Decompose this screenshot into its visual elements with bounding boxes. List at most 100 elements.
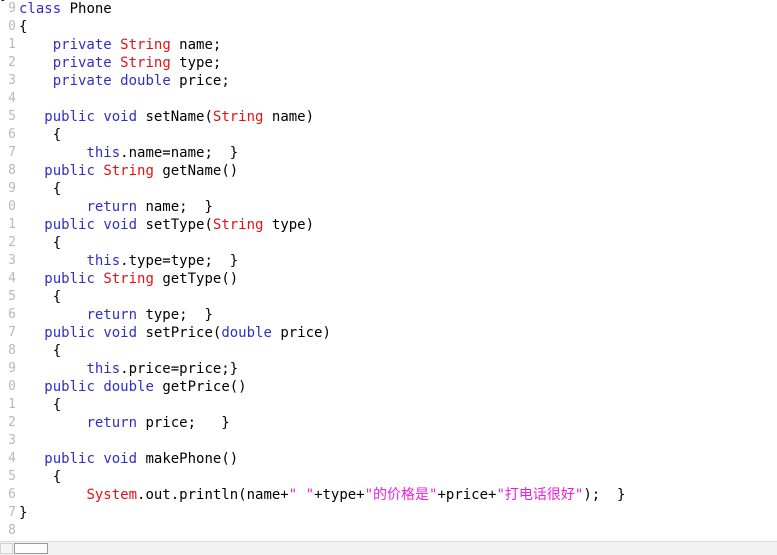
code-line[interactable]: 1 { bbox=[0, 396, 777, 414]
code-token-plain: type) bbox=[263, 217, 315, 233]
code-line-content: this.name=name; } bbox=[16, 144, 238, 162]
code-line[interactable]: 4 bbox=[0, 90, 777, 108]
code-token-type: String bbox=[212, 109, 264, 125]
code-line[interactable]: 6 System.out.println(name+" "+type+"的价格是… bbox=[0, 486, 777, 504]
code-token-kw: this bbox=[86, 361, 121, 377]
code-line-content: private double price; bbox=[16, 72, 230, 90]
code-token-kw: private bbox=[52, 73, 112, 89]
code-token-plain: type; } bbox=[137, 307, 213, 323]
code-token-kw: public bbox=[44, 271, 95, 287]
code-line[interactable]: 0{ bbox=[0, 18, 777, 36]
code-line[interactable]: 8 public String getName() bbox=[0, 162, 777, 180]
line-number: 2 bbox=[8, 55, 16, 70]
line-number: 2 bbox=[8, 235, 16, 250]
code-line-content: public double getPrice() bbox=[16, 378, 247, 396]
code-line[interactable]: 6 { bbox=[0, 126, 777, 144]
code-token-plain: type; bbox=[170, 55, 222, 71]
scrollbar-left-button[interactable] bbox=[0, 543, 13, 554]
code-token-kw: public bbox=[44, 217, 95, 233]
line-number: 6 bbox=[8, 487, 16, 502]
code-token-plain: name; } bbox=[137, 199, 213, 215]
line-number: 6 bbox=[8, 127, 16, 142]
code-token-type: String bbox=[103, 271, 154, 287]
code-line[interactable]: 0 return name; } bbox=[0, 198, 777, 216]
code-line[interactable]: 2 private String type; bbox=[0, 54, 777, 72]
code-line-content: public String getType() bbox=[16, 270, 238, 288]
code-token-plain: +type+ bbox=[314, 487, 365, 503]
code-line[interactable]: 8 { bbox=[0, 342, 777, 360]
code-line[interactable]: 2 return price; } bbox=[0, 414, 777, 432]
code-line[interactable]: 5 { bbox=[0, 468, 777, 486]
line-number: 0 bbox=[8, 379, 16, 394]
code-line[interactable]: 2 { bbox=[0, 234, 777, 252]
horizontal-scrollbar-thumb[interactable] bbox=[14, 543, 48, 554]
line-number: 4 bbox=[8, 451, 16, 466]
code-line[interactable]: 5 public void setName(String name) bbox=[0, 108, 777, 126]
line-number: 5 bbox=[8, 469, 16, 484]
code-line-content: return price; } bbox=[16, 414, 230, 432]
code-token-plain: setPrice( bbox=[137, 325, 222, 341]
horizontal-scrollbar[interactable] bbox=[0, 541, 777, 555]
code-token-kw: double bbox=[103, 379, 154, 395]
code-token-kw: public bbox=[44, 163, 95, 179]
code-line[interactable]: 7 this.name=name; } bbox=[0, 144, 777, 162]
code-line[interactable]: 8 bbox=[0, 522, 777, 540]
code-line[interactable]: 3 this.type=type; } bbox=[0, 252, 777, 270]
code-line[interactable]: 7} bbox=[0, 504, 777, 522]
code-token-kw: void bbox=[103, 325, 138, 341]
code-line[interactable]: 4 public void makePhone() bbox=[0, 450, 777, 468]
line-number: 3 bbox=[8, 253, 16, 268]
code-token-type: String bbox=[212, 217, 264, 233]
code-line[interactable]: 9 this.price=price;} bbox=[0, 360, 777, 378]
line-number: 1 bbox=[8, 397, 16, 412]
code-line[interactable]: 5 { bbox=[0, 288, 777, 306]
code-line[interactable]: 9 { bbox=[0, 180, 777, 198]
code-line-content: { bbox=[16, 18, 27, 36]
code-token-plain: .price=price;} bbox=[120, 361, 239, 377]
code-line-content: public void setType(String type) bbox=[16, 216, 314, 234]
code-line-content: { bbox=[16, 288, 61, 306]
code-token-kw: double bbox=[120, 73, 171, 89]
code-token-plain: name) bbox=[263, 109, 315, 125]
code-token-kw: public bbox=[44, 325, 95, 341]
code-token-kw: class bbox=[19, 1, 62, 17]
code-token-str: "的价格是" bbox=[364, 487, 438, 503]
code-token-plain: price; } bbox=[137, 415, 230, 431]
line-number: 6 bbox=[8, 307, 16, 322]
line-number: 3 bbox=[8, 433, 16, 448]
code-token-plain: getPrice() bbox=[153, 379, 247, 395]
code-line[interactable]: 4 public String getType() bbox=[0, 270, 777, 288]
code-line[interactable]: 3 private double price; bbox=[0, 72, 777, 90]
code-line[interactable]: 3 bbox=[0, 432, 777, 450]
code-line-content: private String type; bbox=[16, 54, 222, 72]
code-token-plain: getName() bbox=[153, 163, 239, 179]
code-token-plain: { bbox=[19, 289, 62, 305]
horizontal-scrollbar-track[interactable] bbox=[48, 542, 777, 555]
code-token-kw: public bbox=[44, 109, 95, 125]
code-line-content: public String getName() bbox=[16, 162, 238, 180]
code-line[interactable]: 6 return type; } bbox=[0, 306, 777, 324]
code-token-plain: } bbox=[19, 505, 28, 521]
code-line-content: return name; } bbox=[16, 198, 213, 216]
code-token-plain: .type=type; } bbox=[120, 253, 239, 269]
code-token-kw: void bbox=[103, 109, 138, 125]
code-token-plain: { bbox=[19, 397, 62, 413]
code-line[interactable]: 1 public void setType(String type) bbox=[0, 216, 777, 234]
code-text-area[interactable]: } 9class Phone0{1 private String name;2 … bbox=[0, 0, 777, 541]
code-line[interactable]: 0 public double getPrice() bbox=[0, 378, 777, 396]
code-line[interactable]: 1 private String name; bbox=[0, 36, 777, 54]
code-token-plain: makePhone() bbox=[137, 451, 239, 467]
code-token-kw: double bbox=[221, 325, 272, 341]
code-line[interactable]: 7 public void setPrice(double price) bbox=[0, 324, 777, 342]
code-line[interactable]: 9 class Phone bbox=[0, 0, 777, 18]
